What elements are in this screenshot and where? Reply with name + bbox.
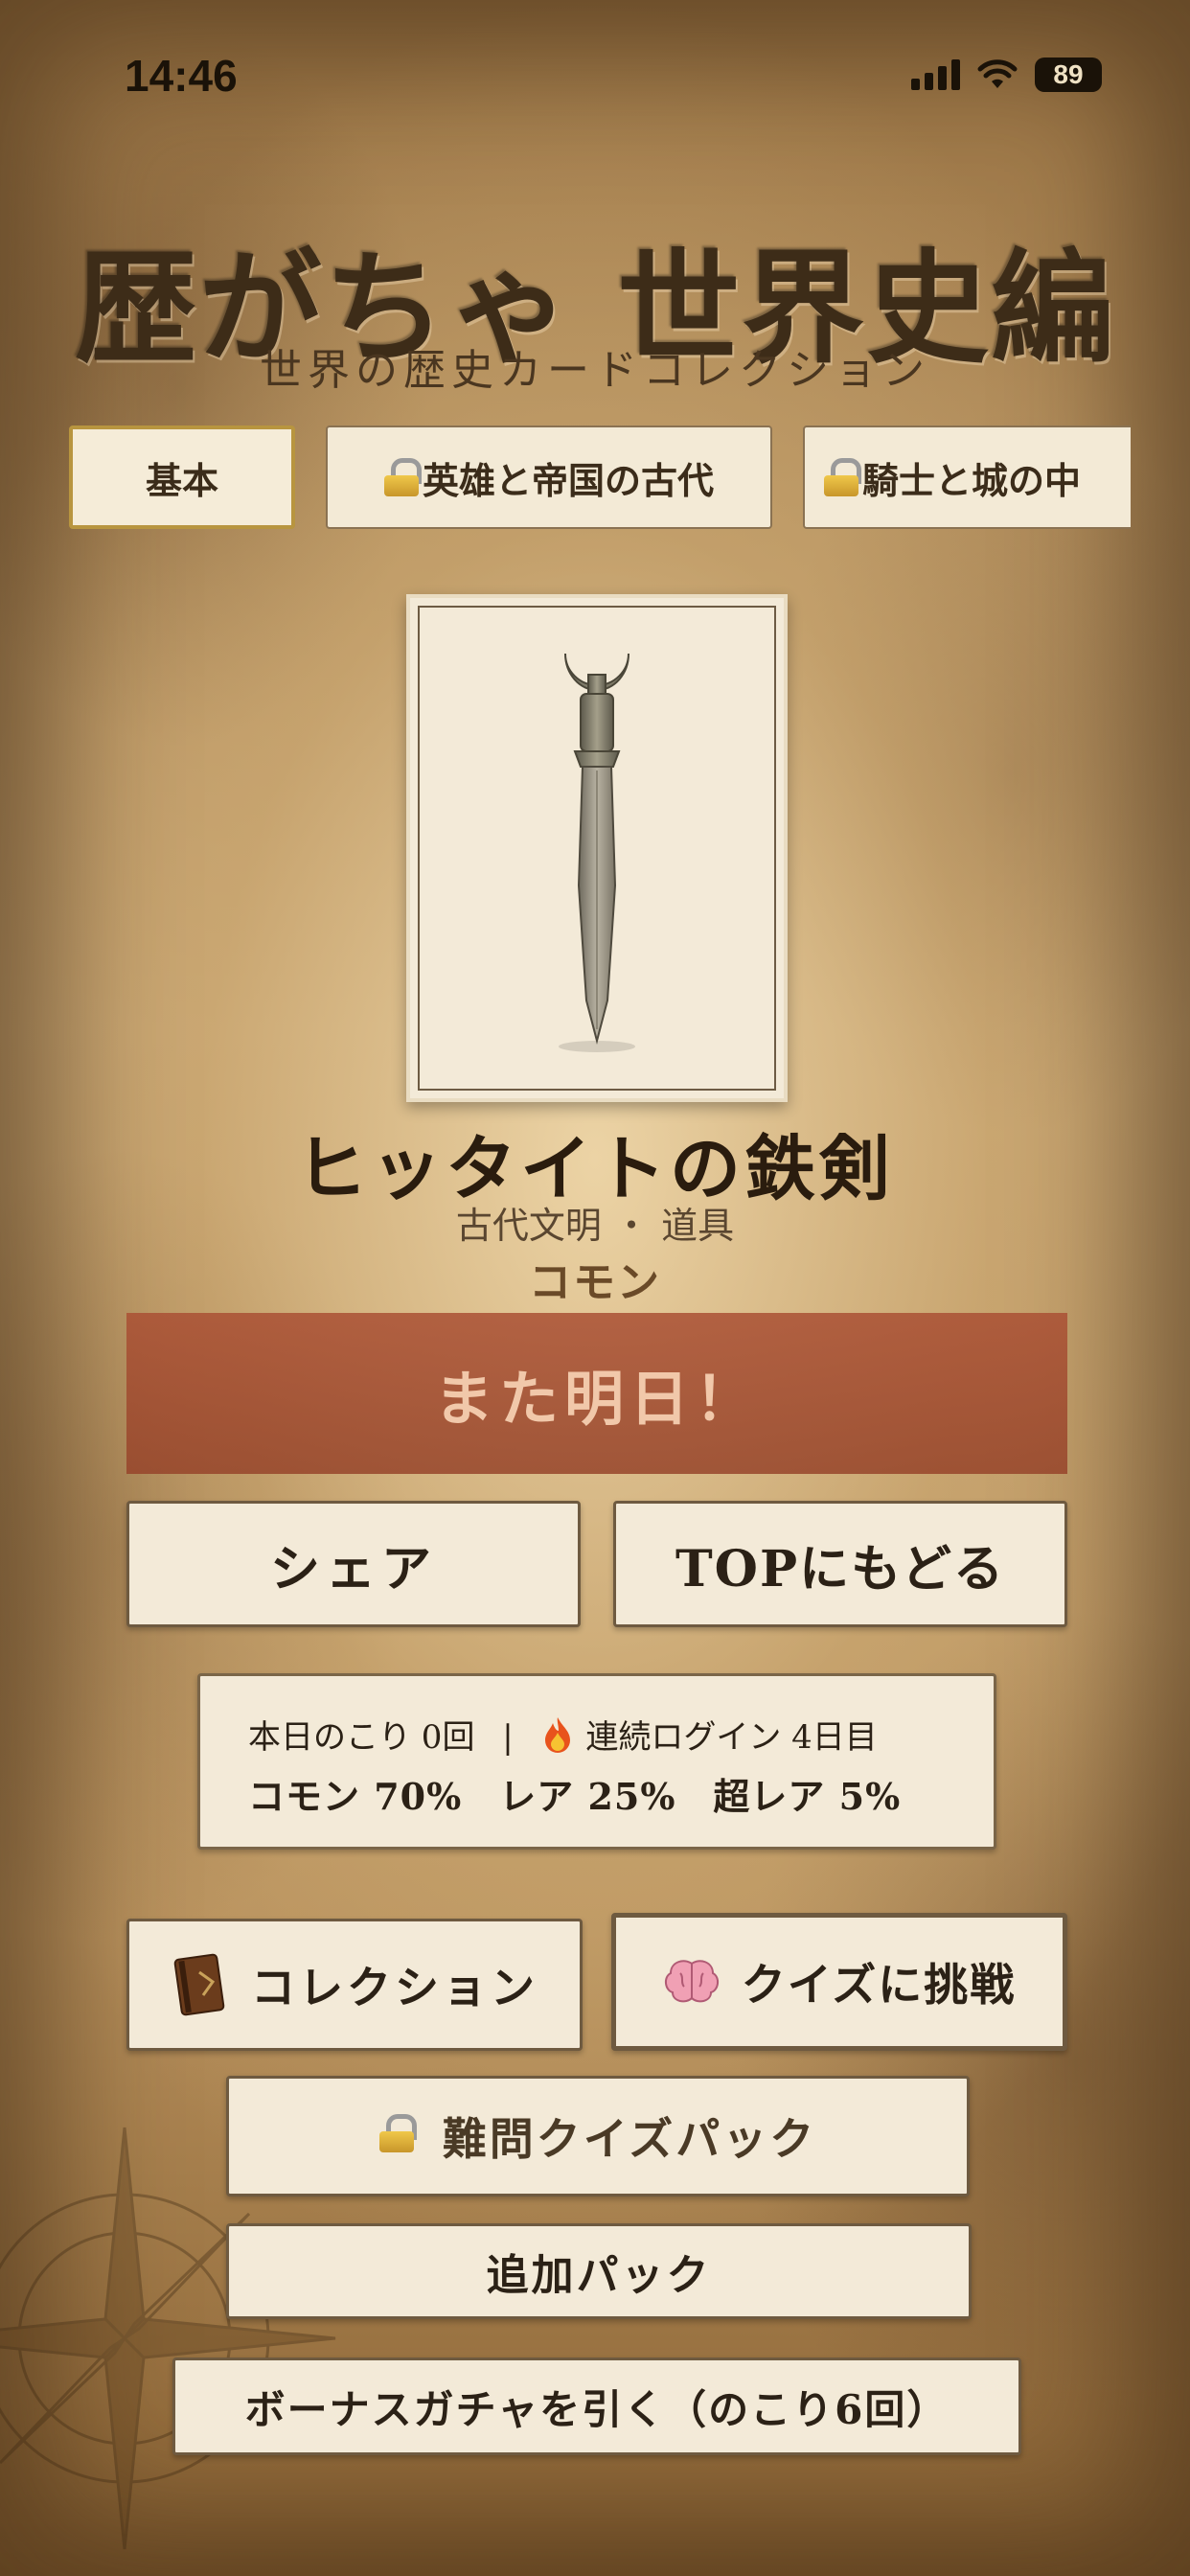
card-rarity: コモン — [529, 1258, 661, 1307]
quiz-challenge-button[interactable]: クイズに挑戦 — [611, 1913, 1067, 2051]
tab-label: 英雄と帝国の古代 — [422, 458, 714, 502]
hard-quiz-pack-button[interactable]: 難問クイズパック — [226, 2076, 970, 2196]
extra-pack-button[interactable]: 追加パック — [226, 2223, 972, 2319]
status-icons: 89 — [911, 58, 1102, 92]
tab-label: 基本 — [145, 458, 218, 502]
quiz-label: クイズに挑戦 — [741, 1959, 1017, 2011]
tab-label: 騎士と城の中 — [862, 458, 1082, 502]
lock-icon — [383, 458, 422, 496]
lock-icon — [378, 2114, 422, 2158]
hard-quiz-label: 難問クイズパック — [442, 2113, 817, 2165]
app-subtitle: 世界の歴史カードコレクション — [260, 346, 930, 395]
drop-rates: コモン 70% レア 25% 超レア 5% — [248, 1775, 902, 1818]
book-icon — [171, 1953, 230, 2016]
pack-tabs: 基本 英雄と帝国の古代 騎士と城の中 — [69, 426, 1131, 531]
gacha-info-box: 本日のこり 0回 | 連続ログイン 4日目 コモン 70% レア 25% 超レア… — [197, 1673, 996, 1850]
collection-button[interactable]: コレクション — [126, 1919, 583, 2051]
daily-status-line: 本日のこり 0回 | 連続ログイン 4日目 — [248, 1711, 946, 1758]
tab-ancient-heroes[interactable]: 英雄と帝国の古代 — [326, 426, 772, 529]
status-time: 14:46 — [125, 51, 238, 101]
tab-basic[interactable]: 基本 — [69, 426, 295, 529]
lock-icon — [824, 458, 861, 496]
battery-indicator: 89 — [1035, 58, 1102, 92]
share-button[interactable]: シェア — [126, 1501, 581, 1627]
tab-knights-castles[interactable]: 騎士と城の中 — [803, 426, 1131, 529]
remaining-draws: 本日のこり 0回 — [248, 1718, 475, 1757]
come-back-tomorrow-banner: また明日！ — [126, 1313, 1067, 1474]
card-category: 古代文明 ・ 道具 — [455, 1205, 735, 1247]
fire-icon — [544, 1717, 570, 1753]
collection-label: コレクション — [251, 1962, 538, 2013]
iron-sword-illustration — [559, 653, 635, 1052]
bonus-gacha-button[interactable]: ボーナスガチャを引く（のこり6回） — [172, 2358, 1021, 2455]
card-image-frame[interactable] — [406, 594, 788, 1102]
cellular-signal-icon — [911, 59, 960, 90]
login-streak: 連続ログイン 4日目 — [585, 1718, 878, 1757]
wifi-icon — [977, 59, 1018, 90]
separator: | — [502, 1718, 514, 1757]
back-to-top-button[interactable]: TOPにもどる — [613, 1501, 1067, 1627]
brain-icon — [663, 1958, 721, 2006]
